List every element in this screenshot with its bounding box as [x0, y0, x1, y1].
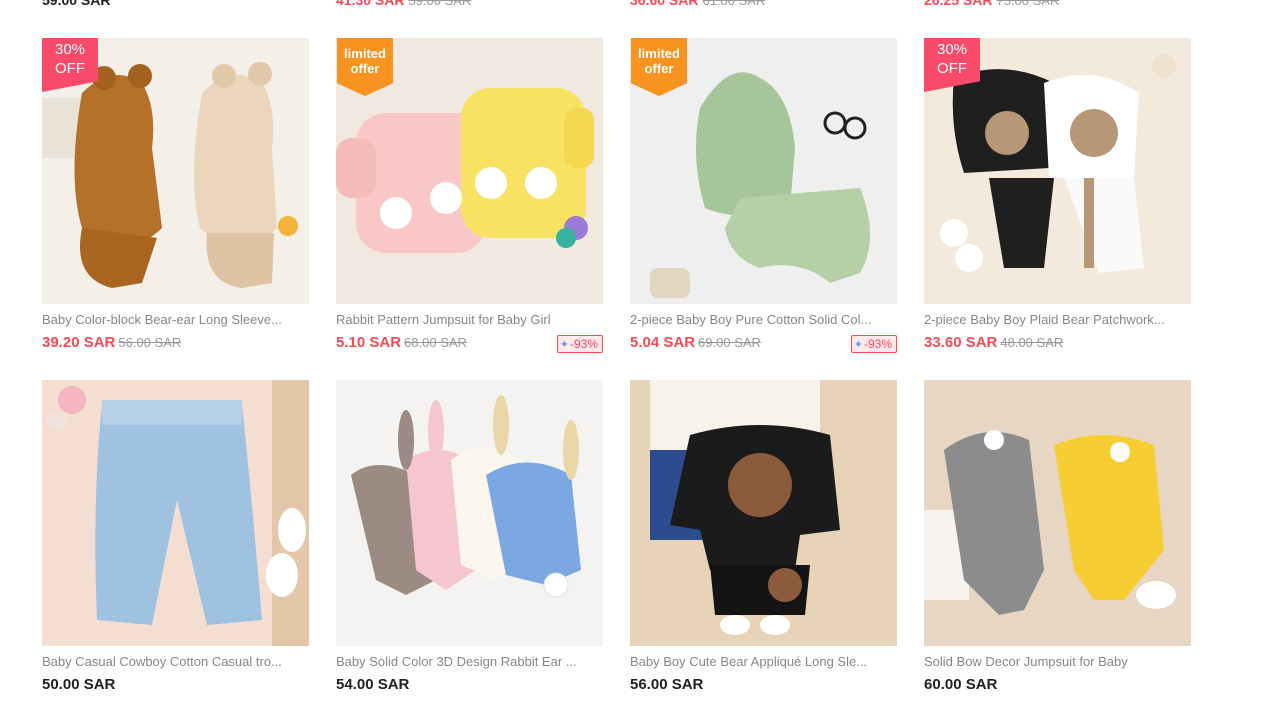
product-photo [336, 380, 603, 646]
price-line: 5.10 SAR 68.00 SAR ✦-93% [336, 334, 603, 354]
product-photo [42, 380, 309, 646]
product-title[interactable]: 2-piece Baby Boy Plaid Bear Patchwork... [924, 312, 1191, 328]
price: 56.00 SAR [630, 676, 704, 693]
old-price: 68.00 SAR [404, 335, 467, 350]
product-title[interactable]: Rabbit Pattern Jumpsuit for Baby Girl [336, 312, 603, 328]
old-price: 48.00 SAR [1000, 335, 1064, 350]
discount-percent: -93% [863, 337, 892, 351]
discount-badge: ✦-93% [850, 335, 897, 353]
price: 54.00 SAR [336, 676, 410, 693]
old-price: 69.00 SAR [698, 335, 761, 350]
price: 5.10 SAR [336, 334, 402, 351]
product-image[interactable] [924, 380, 1191, 646]
price-line: 50.00 SAR [42, 676, 309, 696]
product-title[interactable]: Baby Casual Cowboy Cotton Casual tro... [42, 654, 309, 670]
product-image[interactable] [630, 380, 897, 646]
price: 33.60 SAR [924, 334, 998, 351]
price-line: 54.00 SAR [336, 676, 603, 696]
product-grid: 30% OFF Baby Color-block Bear-ear Long Sl… [0, 0, 1271, 724]
product-image[interactable]: 30% OFF [924, 38, 1191, 304]
product-title[interactable]: Baby Color-block Bear-ear Long Sleeve... [42, 312, 309, 328]
product-card[interactable]: 30% OFF Baby Color-block Bear-ear Long Sl… [42, 38, 309, 354]
price-line: 5.04 SAR 69.00 SAR ✦-93% [630, 334, 897, 354]
product-image[interactable] [336, 380, 603, 646]
product-image[interactable] [42, 380, 309, 646]
product-image[interactable]: limited offer [336, 38, 603, 304]
price-line: 33.60 SAR 48.00 SAR [924, 334, 1191, 354]
price: 5.04 SAR [630, 334, 696, 351]
product-title[interactable]: Baby Boy Cute Bear Appliqué Long Sle... [630, 654, 897, 670]
product-photo [630, 380, 897, 646]
product-card[interactable]: 30% OFF 2-piece Baby Boy Plaid Bear Patch… [924, 38, 1191, 354]
product-card[interactable]: limited offer Rabbit Pattern Jumpsuit for… [336, 38, 603, 354]
product-image[interactable]: limited offer [630, 38, 897, 304]
product-image[interactable]: 30% OFF [42, 38, 309, 304]
price-line: 39.20 SAR 56.00 SAR [42, 334, 309, 354]
sparkle-icon: ✦ [853, 339, 863, 351]
product-card[interactable]: Baby Boy Cute Bear Appliqué Long Sle... … [630, 380, 897, 696]
sparkle-icon: ✦ [559, 339, 569, 351]
price-line: 56.00 SAR [630, 676, 897, 696]
product-title[interactable]: Baby Solid Color 3D Design Rabbit Ear ..… [336, 654, 603, 670]
price: 60.00 SAR [924, 676, 998, 693]
price: 50.00 SAR [42, 676, 116, 693]
product-card[interactable]: limited offer 2-piece Baby Boy Pure Cotto… [630, 38, 897, 354]
product-title[interactable]: Solid Bow Decor Jumpsuit for Baby [924, 654, 1191, 670]
discount-percent: -93% [569, 337, 598, 351]
price-line: 60.00 SAR [924, 676, 1191, 696]
product-card[interactable]: Baby Casual Cowboy Cotton Casual tro... … [42, 380, 309, 696]
product-title[interactable]: 2-piece Baby Boy Pure Cotton Solid Col..… [630, 312, 897, 328]
product-card[interactable]: Solid Bow Decor Jumpsuit for Baby 60.00 … [924, 380, 1191, 696]
price: 39.20 SAR [42, 334, 116, 351]
product-card[interactable]: Baby Solid Color 3D Design Rabbit Ear ..… [336, 380, 603, 696]
product-photo [924, 380, 1191, 646]
old-price: 56.00 SAR [118, 335, 182, 350]
discount-badge: ✦-93% [556, 335, 603, 353]
